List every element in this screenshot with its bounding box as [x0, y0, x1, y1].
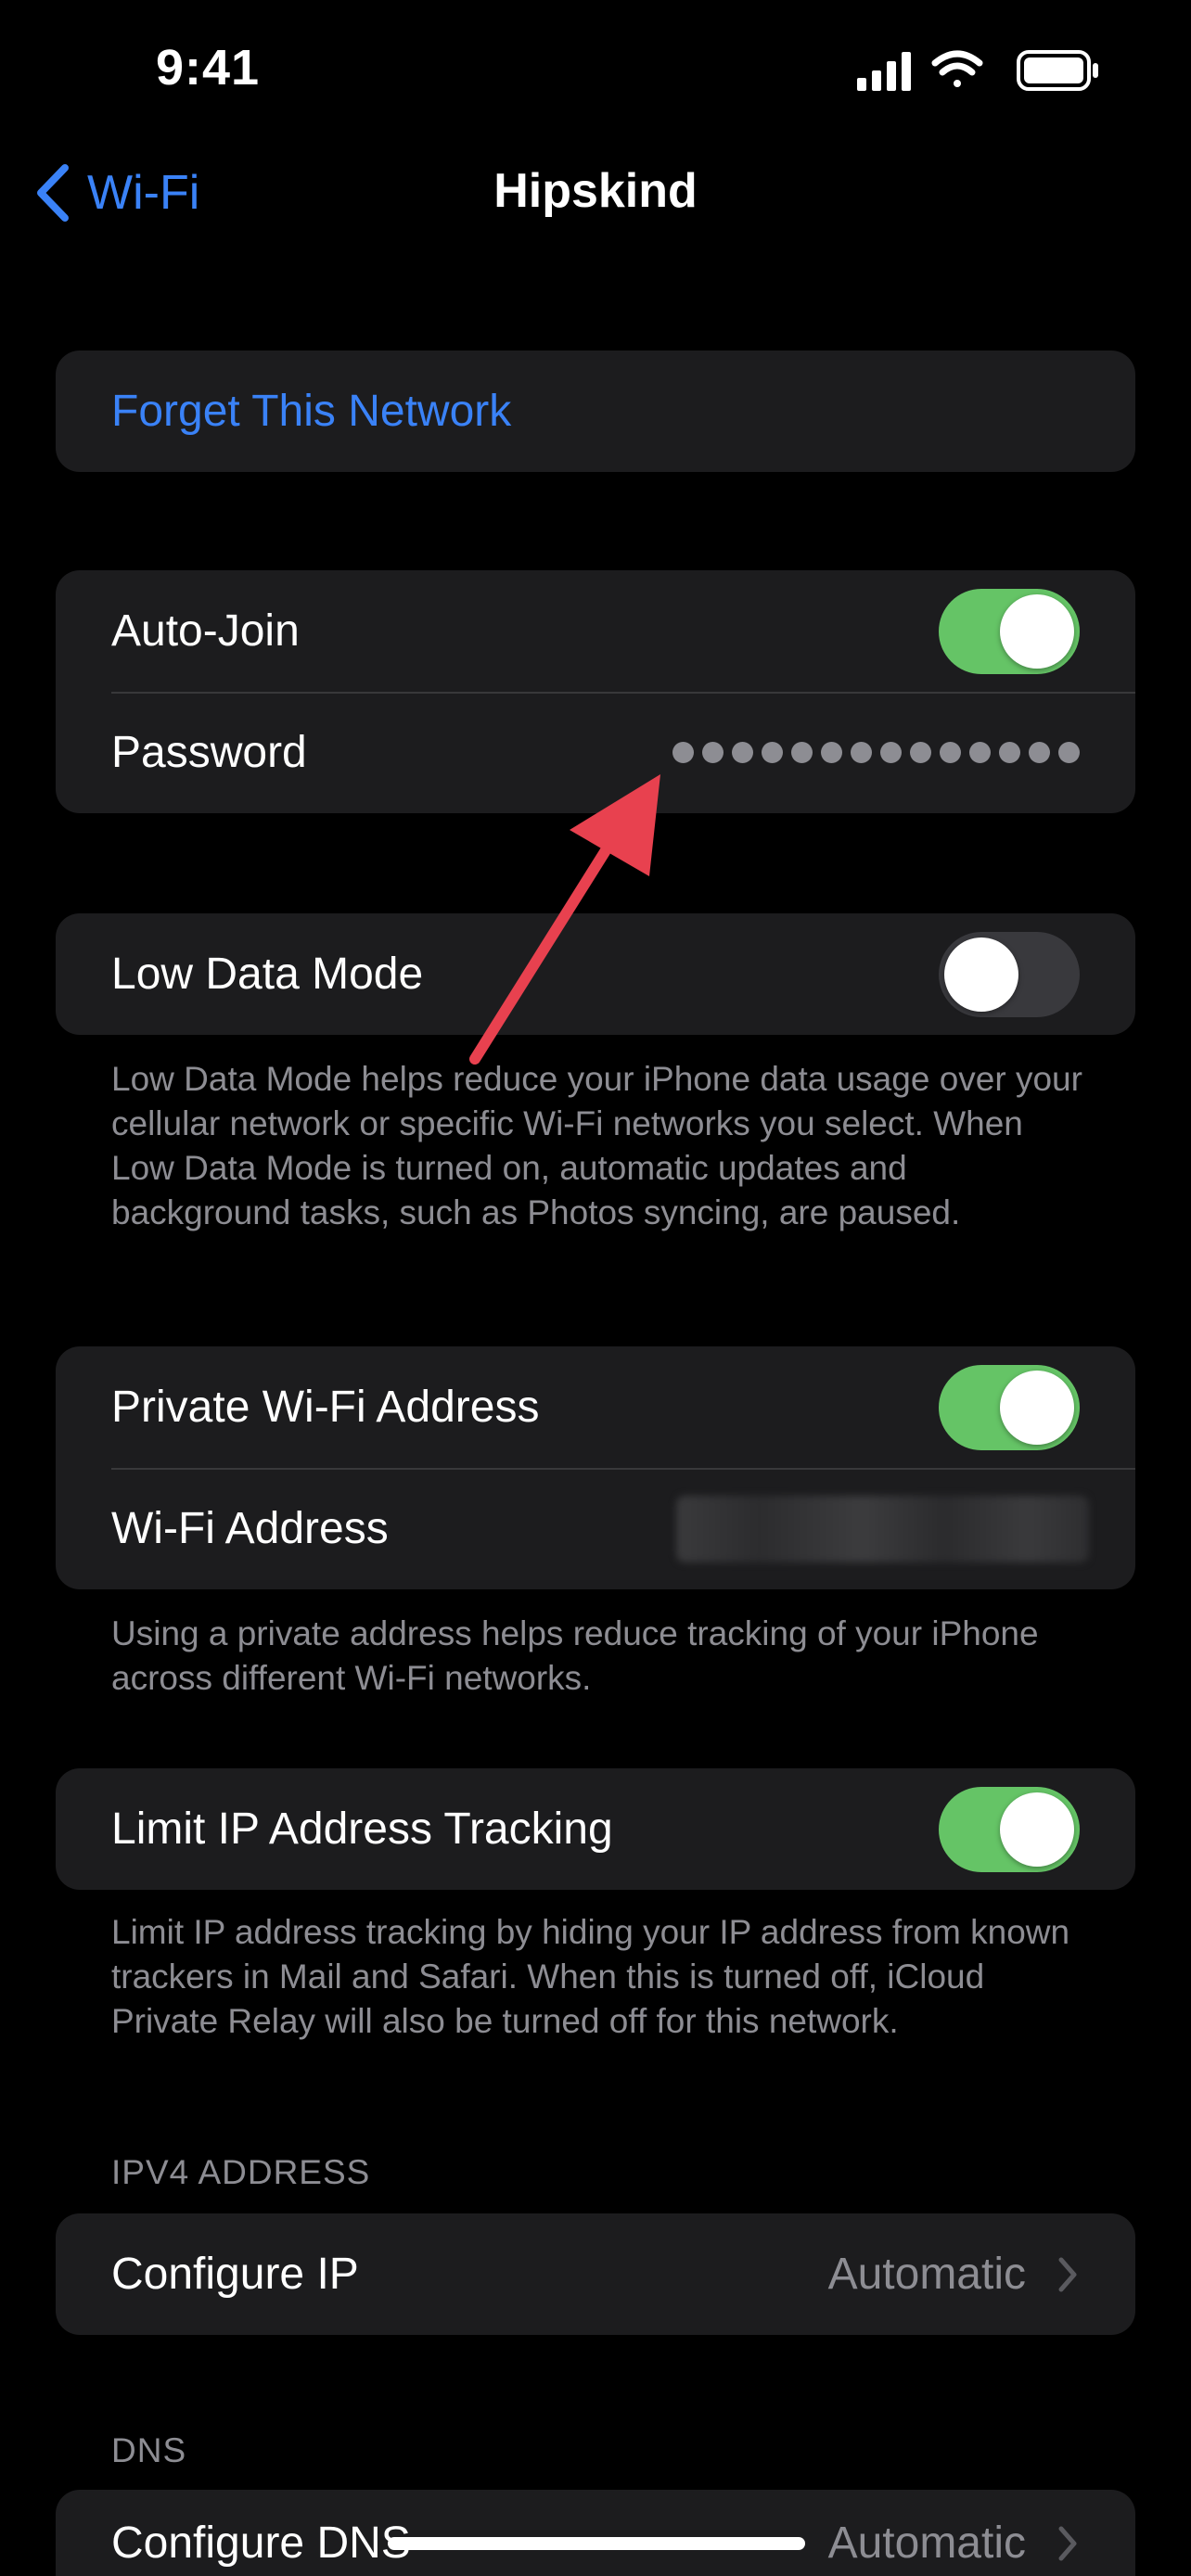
chevron-right-icon [1058, 2526, 1077, 2560]
forget-network-button[interactable]: Forget This Network [56, 351, 1135, 472]
low-data-label: Low Data Mode [111, 950, 424, 999]
private-address-toggle[interactable] [939, 1364, 1080, 1450]
private-address-label: Private Wi-Fi Address [111, 1383, 540, 1432]
ipv4-group: Configure IP Automatic [56, 2213, 1135, 2335]
wifi-address-label: Wi-Fi Address [111, 1504, 389, 1553]
private-address-footnote: Using a private address helps reduce tra… [111, 1614, 1039, 1697]
status-icons [857, 50, 1098, 91]
configure-ip-label: Configure IP [111, 2250, 359, 2299]
low-data-footnote: Low Data Mode helps reduce your iPhone d… [111, 1060, 1082, 1231]
wifi-icon [931, 50, 983, 87]
low-data-row: Low Data Mode [56, 913, 1135, 1035]
forget-group: Forget This Network [56, 351, 1135, 472]
low-data-group: Low Data Mode [56, 913, 1135, 1035]
auto-join-toggle[interactable] [939, 588, 1080, 674]
limit-ip-group: Limit IP Address Tracking [56, 1768, 1135, 1890]
private-address-group: Private Wi-Fi Address Wi-Fi Address [56, 1346, 1135, 1589]
configure-dns-value: Automatic [828, 2518, 1080, 2569]
password-value [672, 742, 1080, 763]
configure-ip-value-text: Automatic [827, 2250, 1026, 2299]
wifi-address-value-redacted [676, 1495, 1089, 1562]
cellular-signal-icon [857, 52, 911, 91]
password-label: Password [111, 728, 307, 777]
limit-ip-toggle[interactable] [939, 1786, 1080, 1872]
limit-ip-label: Limit IP Address Tracking [111, 1804, 613, 1854]
battery-icon [1017, 50, 1098, 91]
password-row[interactable]: Password [56, 692, 1135, 813]
configure-dns-value-text: Automatic [827, 2519, 1026, 2568]
status-time: 9:41 [156, 40, 261, 96]
dns-group: Configure DNS Automatic [56, 2490, 1135, 2576]
limit-ip-row: Limit IP Address Tracking [56, 1768, 1135, 1890]
configure-ip-value: Automatic [828, 2249, 1080, 2300]
auto-join-label: Auto-Join [111, 606, 300, 656]
page-title: Hipskind [493, 164, 698, 218]
forget-network-label: Forget This Network [111, 387, 512, 436]
chevron-right-icon [1058, 2257, 1077, 2291]
low-data-toggle[interactable] [939, 931, 1080, 1017]
auto-join-row: Auto-Join [56, 570, 1135, 692]
dns-section-header: DNS [111, 2431, 187, 2469]
join-group: Auto-Join Password [56, 570, 1135, 813]
configure-ip-row[interactable]: Configure IP Automatic [56, 2213, 1135, 2335]
wifi-address-row: Wi-Fi Address [56, 1468, 1135, 1589]
ipv4-section-header: IPV4 ADDRESS [111, 2153, 371, 2191]
limit-ip-footnote: Limit IP address tracking by hiding your… [111, 1913, 1070, 2040]
configure-dns-row[interactable]: Configure DNS Automatic [56, 2490, 1135, 2576]
home-indicator[interactable] [388, 2537, 805, 2550]
private-address-row: Private Wi-Fi Address [56, 1346, 1135, 1468]
